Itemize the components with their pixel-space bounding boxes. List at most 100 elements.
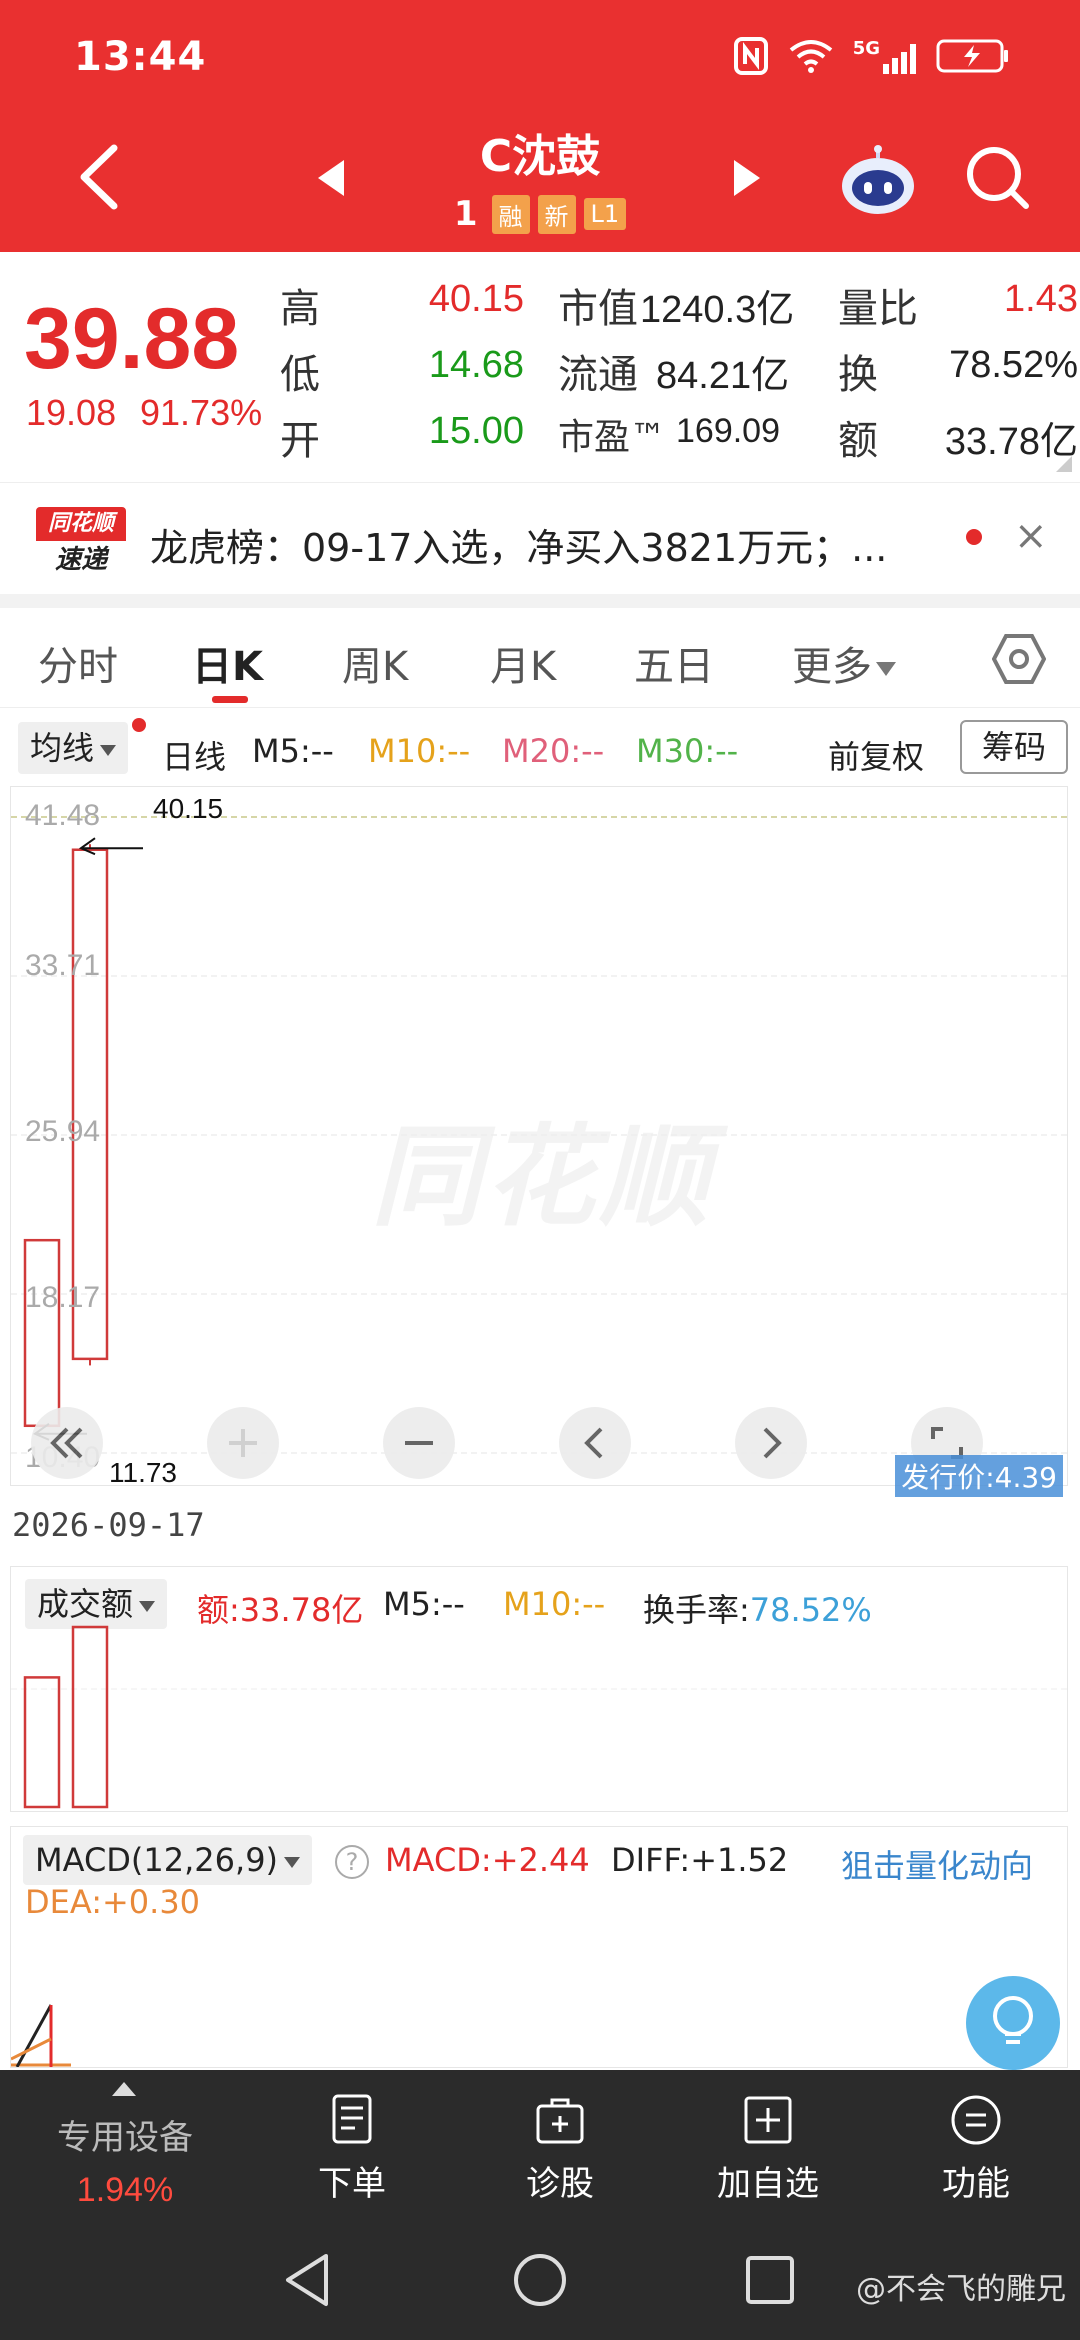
tab-more[interactable]: 更多 xyxy=(792,634,896,692)
pan-left-button[interactable] xyxy=(559,1407,631,1479)
pan-right-button[interactable] xyxy=(735,1407,807,1479)
low-value: 14.68 xyxy=(428,344,524,386)
logo-bottom: 速递 xyxy=(54,545,107,575)
high-annotation: 40.15 xyxy=(153,793,224,824)
nav-home-icon[interactable] xyxy=(510,2250,570,2310)
add-square-icon xyxy=(744,2096,792,2144)
ma-dropdown-label: 均线 xyxy=(30,729,95,767)
amount-label: 额 xyxy=(838,418,878,464)
chevron-down-icon xyxy=(876,662,896,676)
macd-chart[interactable]: MACD(12,26,9) ? MACD:+2.44 DIFF:+1.52 狙击… xyxy=(10,1826,1068,2068)
battery-icon xyxy=(936,39,1008,73)
functions-button[interactable]: 功能 xyxy=(896,2092,1056,2205)
status-icons: 5G xyxy=(733,36,1010,76)
candle-body-0 xyxy=(23,1238,61,1428)
watermark-credit: @不会飞的雕兄 xyxy=(856,2272,1066,2307)
add-watchlist-label: 加自选 xyxy=(717,2164,819,2204)
tab-five-day[interactable]: 五日 xyxy=(634,634,714,692)
nav-back-icon[interactable] xyxy=(278,2250,338,2310)
menu-circle-icon xyxy=(951,2095,1001,2145)
lightbulb-tip-button[interactable] xyxy=(966,1976,1060,2070)
volume-ratio-value: 1.43 xyxy=(1004,278,1078,320)
y-tick-3: 18.17 xyxy=(25,1281,101,1314)
stock-title: C沈鼓 xyxy=(479,131,601,182)
settings-hex-icon[interactable] xyxy=(992,632,1046,686)
volume-ratio-label: 量比 xyxy=(838,286,918,332)
diagnose-kit-icon xyxy=(536,2098,584,2144)
open-value: 15.00 xyxy=(428,410,524,452)
chevron-right-icon xyxy=(763,1427,782,1459)
volume-bars xyxy=(23,1625,109,1809)
high-value: 40.15 xyxy=(428,278,524,320)
next-stock-icon[interactable] xyxy=(734,160,760,196)
search-icon[interactable] xyxy=(962,142,1032,212)
order-button[interactable]: 下单 xyxy=(272,2092,432,2205)
ma30-value: M30:-- xyxy=(636,732,739,770)
volume-bar-1 xyxy=(71,1625,109,1809)
turnover-value: 78.52% xyxy=(949,344,1078,386)
plus-icon xyxy=(229,1429,257,1457)
dropdown-arrow-icon xyxy=(100,744,117,756)
y-tick-0: 41.48 xyxy=(25,799,101,832)
rewind-button[interactable] xyxy=(31,1407,103,1479)
stock-sub-number: 1 xyxy=(453,194,478,234)
turnover-label: 换 xyxy=(838,352,878,398)
signal-icon: 5G xyxy=(853,38,916,74)
zoom-in-button[interactable] xyxy=(207,1407,279,1479)
wifi-icon xyxy=(789,40,832,73)
stock-subtitle: 1 融 新 L1 xyxy=(0,194,1080,234)
expand-corner-icon[interactable] xyxy=(1056,456,1072,472)
chevron-left-icon xyxy=(584,1427,603,1459)
sector-change: 1.94% xyxy=(76,2171,174,2209)
unread-dot xyxy=(966,529,982,545)
ma-dropdown[interactable]: 均线 xyxy=(18,722,129,774)
nav-recents-icon[interactable] xyxy=(740,2250,800,2310)
functions-label: 功能 xyxy=(942,2164,1010,2204)
status-time: 13:44 xyxy=(74,34,207,80)
robot-assistant-icon[interactable] xyxy=(838,144,918,216)
level1-tag: L1 xyxy=(583,198,627,230)
tab-daily-k[interactable]: 日K xyxy=(192,634,263,692)
nfc-icon xyxy=(733,37,768,75)
minus-icon xyxy=(405,1441,433,1445)
logo-top: 同花顺 xyxy=(36,507,126,541)
add-watchlist-button[interactable]: 加自选 xyxy=(688,2092,848,2205)
tab-intraday[interactable]: 分时 xyxy=(38,634,118,692)
margin-tag: 融 xyxy=(491,194,530,234)
price-change-pct: 91.73% xyxy=(140,392,263,433)
order-label: 下单 xyxy=(318,2164,386,2204)
system-navigation: @不会飞的雕兄 xyxy=(0,2220,1080,2340)
prev-stock-icon[interactable] xyxy=(318,160,344,196)
macd-canvas xyxy=(11,2004,71,2067)
kline-grid xyxy=(11,816,1069,1454)
low-annotation: 11.73 xyxy=(109,1457,177,1488)
sector-indicator[interactable]: 专用设备 1.94% xyxy=(30,2110,220,2210)
diagnose-label: 诊股 xyxy=(526,2164,594,2204)
caret-up-icon[interactable] xyxy=(112,2082,136,2096)
chart-date: 2026-09-17 xyxy=(12,1506,205,1544)
ma10-value: M10:-- xyxy=(368,732,471,770)
ticker-text[interactable]: 龙虎榜：09-17入选，净买入3821万元；... xyxy=(150,517,887,572)
kline-chart[interactable]: 同花顺 41.48 33.71 25.94 18.17 10.40 40.15 … xyxy=(10,786,1069,1497)
lightbulb-icon xyxy=(993,1996,1033,2044)
network-type: 5G xyxy=(852,38,880,59)
mktcap-value: 1240.3亿 xyxy=(640,289,795,331)
tab-weekly-k[interactable]: 周K xyxy=(342,634,408,692)
current-price: 39.88 xyxy=(24,291,240,387)
zoom-out-button[interactable] xyxy=(383,1407,455,1479)
double-chevron-left-icon xyxy=(50,1427,83,1459)
tab-monthly-k[interactable]: 月K xyxy=(490,634,556,692)
amount-value: 33.78亿 xyxy=(944,421,1078,463)
app-header: 13:44 5G C沈鼓 1 融 新 L1 xyxy=(0,0,1080,252)
tab-more-label: 更多 xyxy=(792,644,872,690)
pe-label: 市盈™ xyxy=(558,417,667,458)
chip-distribution-button[interactable]: 筹码 xyxy=(960,720,1068,774)
diagnose-button[interactable]: 诊股 xyxy=(480,2092,640,2205)
news-ticker[interactable]: 同花顺 速递 龙虎榜：09-17入选，净买入3821万元；... × xyxy=(0,482,1080,594)
high-label: 高 xyxy=(280,286,320,332)
ma20-value: M20:-- xyxy=(502,732,605,770)
volume-chart[interactable]: 成交额 额:33.78亿 M5:-- M10:-- 换手率:78.52% xyxy=(10,1566,1069,1812)
ticker-close-icon[interactable]: × xyxy=(1014,513,1048,559)
pe-value: 169.09 xyxy=(676,412,780,450)
adjust-mode[interactable]: 前复权 xyxy=(828,732,924,778)
